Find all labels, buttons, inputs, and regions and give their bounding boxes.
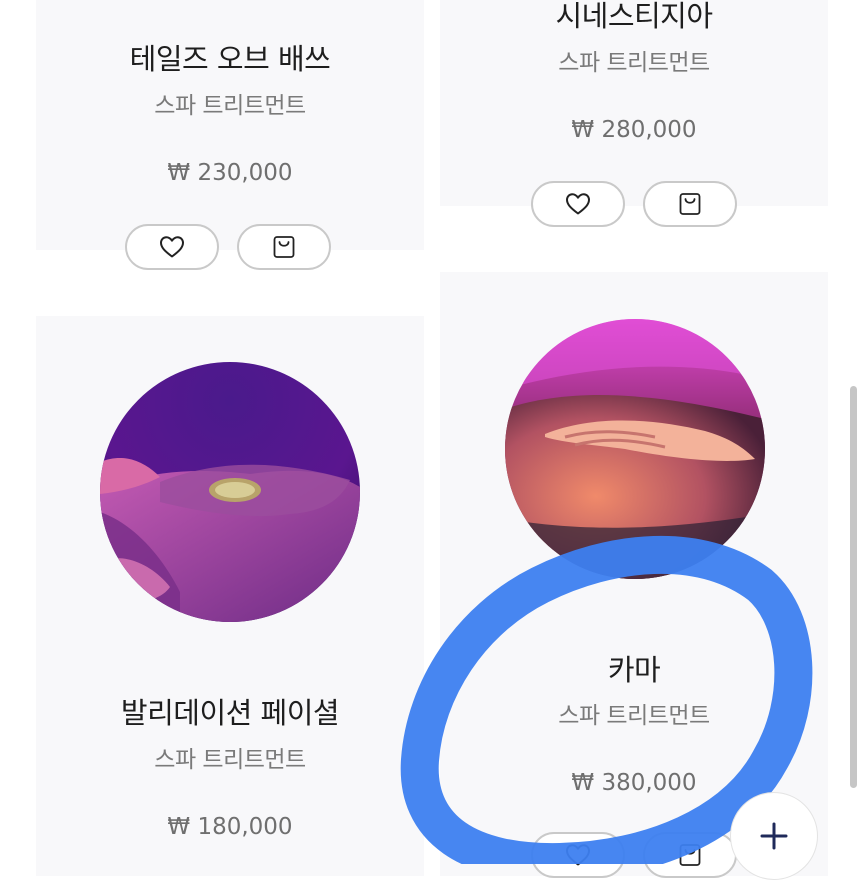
add-to-cart-button[interactable] [643, 181, 737, 227]
product-card[interactable]: 카마 스파 트리트먼트 ₩ 380,000 [440, 272, 828, 876]
shopping-bag-icon [679, 193, 701, 215]
heart-icon [566, 844, 590, 866]
product-card[interactable]: 시네스티지아 스파 트리트먼트 ₩ 280,000 [440, 0, 828, 206]
add-to-cart-button[interactable] [237, 224, 331, 270]
shopping-bag-icon [679, 844, 701, 866]
product-price: ₩ 280,000 [571, 117, 697, 143]
shopping-bag-icon [273, 236, 295, 258]
product-category: 스파 트리트먼트 [154, 93, 306, 119]
back-massage-photo [505, 319, 765, 579]
heart-icon [160, 236, 184, 258]
product-card[interactable]: 테일즈 오브 배쓰 스파 트리트먼트 ₩ 230,000 [36, 0, 424, 250]
add-to-cart-button[interactable] [643, 832, 737, 878]
product-price: ₩ 230,000 [167, 160, 293, 186]
product-image[interactable] [100, 362, 360, 622]
product-category: 스파 트리트먼트 [558, 50, 710, 76]
product-title: 카마 [607, 653, 661, 687]
wishlist-button[interactable] [531, 832, 625, 878]
heart-icon [566, 193, 590, 215]
product-card[interactable]: 발리데이션 페이셜 스파 트리트먼트 ₩ 180,000 [36, 316, 424, 876]
product-price: ₩ 180,000 [167, 814, 293, 840]
product-category: 스파 트리트먼트 [558, 703, 710, 729]
scrollbar-thumb[interactable] [850, 386, 857, 788]
add-fab-button[interactable] [730, 792, 818, 880]
product-category: 스파 트리트먼트 [154, 747, 306, 773]
product-title: 시네스티지아 [555, 0, 713, 33]
plus-icon [760, 822, 788, 850]
product-image[interactable] [505, 319, 765, 579]
product-title: 테일즈 오브 배쓰 [129, 42, 331, 76]
facial-treatment-photo [100, 362, 360, 622]
wishlist-button[interactable] [531, 181, 625, 227]
wishlist-button[interactable] [125, 224, 219, 270]
product-title: 발리데이션 페이셜 [120, 696, 340, 730]
